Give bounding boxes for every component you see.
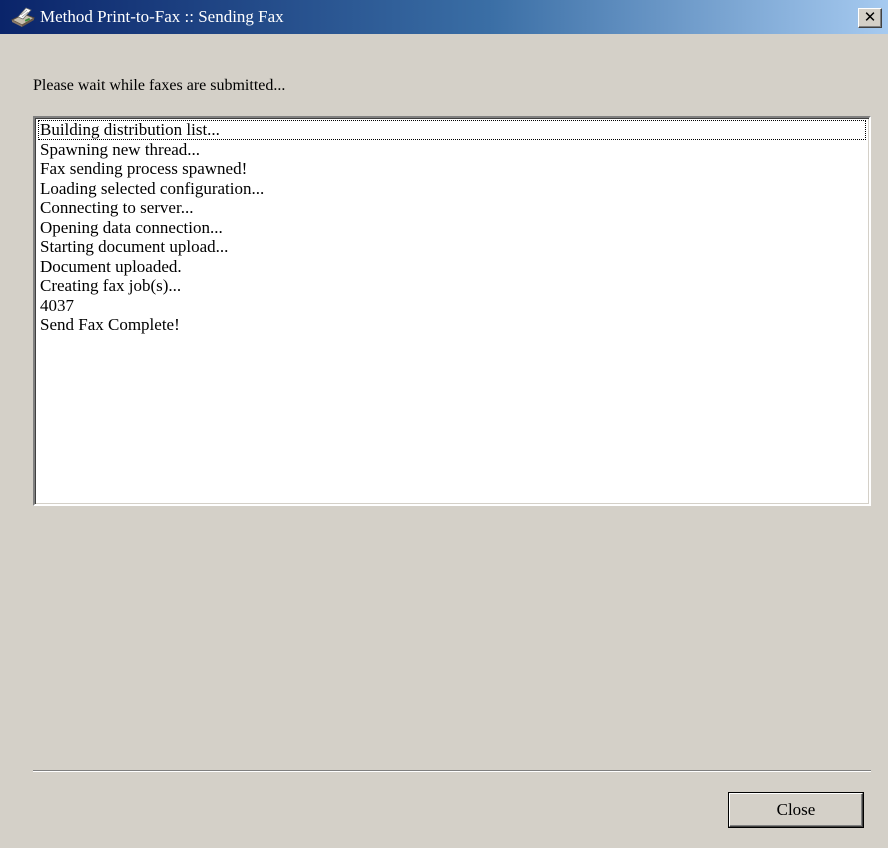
log-line[interactable]: Loading selected configuration...	[38, 179, 869, 199]
log-line[interactable]: Building distribution list...	[38, 120, 866, 140]
status-prompt: Please wait while faxes are submitted...	[33, 77, 286, 94]
log-line[interactable]: Document uploaded.	[38, 257, 869, 277]
log-line[interactable]: 4037	[38, 296, 869, 316]
log-line[interactable]: Spawning new thread...	[38, 140, 869, 160]
sending-fax-window: Method Print-to-Fax :: Sending Fax ✕ Ple…	[0, 0, 888, 848]
progress-log-list[interactable]: Building distribution list... Spawning n…	[33, 116, 871, 506]
log-line[interactable]: Opening data connection...	[38, 218, 869, 238]
close-icon: ✕	[863, 9, 877, 26]
title-bar[interactable]: Method Print-to-Fax :: Sending Fax ✕	[0, 0, 888, 34]
window-title: Method Print-to-Fax :: Sending Fax	[40, 7, 284, 26]
separator-line	[33, 770, 871, 772]
window-close-button[interactable]: ✕	[858, 8, 882, 28]
log-line[interactable]: Send Fax Complete!	[38, 315, 869, 335]
close-button[interactable]: Close	[729, 793, 863, 827]
log-line[interactable]: Starting document upload...	[38, 237, 869, 257]
log-line[interactable]: Connecting to server...	[38, 198, 869, 218]
log-line[interactable]: Fax sending process spawned!	[38, 159, 869, 179]
fax-machine-icon	[10, 7, 36, 27]
log-line[interactable]: Creating fax job(s)...	[38, 276, 869, 296]
